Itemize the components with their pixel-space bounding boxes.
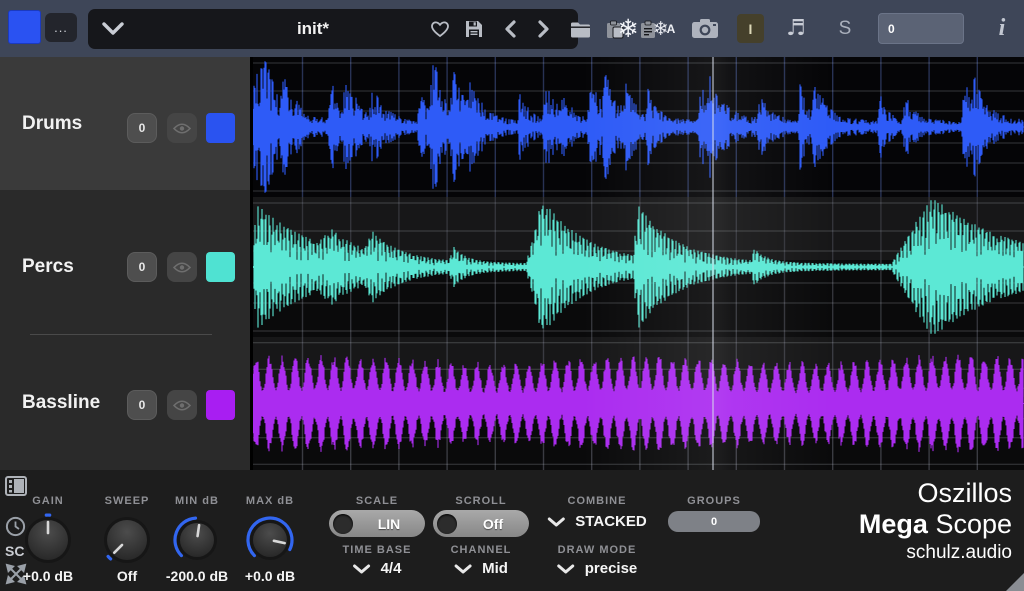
track-color-swatch[interactable] bbox=[206, 113, 235, 143]
time-base-label: TIME BASE bbox=[343, 544, 412, 556]
track-count-button[interactable]: 0 bbox=[127, 252, 157, 282]
draw-mode-dropdown[interactable]: precise bbox=[557, 560, 638, 577]
chevron-down-icon bbox=[557, 564, 575, 574]
track-color-swatch[interactable] bbox=[206, 390, 235, 420]
channel-label: CHANNEL bbox=[451, 544, 512, 556]
knob-label: GAIN bbox=[32, 495, 64, 507]
input-monitor-button[interactable]: I bbox=[737, 14, 764, 43]
track-visibility-eye-icon[interactable] bbox=[167, 390, 197, 420]
freeze-snowflake-icon[interactable]: ❄ bbox=[612, 0, 644, 57]
favorite-heart-icon[interactable] bbox=[424, 9, 456, 49]
scroll-toggle[interactable]: Off bbox=[433, 510, 529, 537]
knob-gain[interactable] bbox=[21, 513, 75, 572]
knob-label: MAX dB bbox=[246, 495, 294, 507]
track-row-percs[interactable]: Percs 0 bbox=[0, 197, 250, 337]
draw-mode-label: DRAW MODE bbox=[558, 544, 637, 556]
snapshot-camera-icon[interactable] bbox=[688, 0, 722, 57]
preset-bar: init* bbox=[88, 9, 578, 49]
waveform-panel-drums[interactable] bbox=[253, 57, 1024, 197]
track-row-drums[interactable]: Drums 0 bbox=[0, 57, 250, 190]
knob-label: MIN dB bbox=[175, 495, 219, 507]
toggle-knob bbox=[333, 514, 353, 534]
browse-presets-folder-icon[interactable] bbox=[564, 9, 596, 49]
beat-notes-icon[interactable]: ♬ bbox=[780, 0, 812, 57]
knob-sweep[interactable] bbox=[100, 513, 154, 572]
toggle-knob bbox=[437, 514, 457, 534]
chevron-down-icon bbox=[547, 517, 565, 527]
combine-dropdown[interactable]: STACKED bbox=[547, 513, 646, 530]
knob-value: -200.0 dB bbox=[166, 568, 228, 584]
company-name: schulz.audio bbox=[859, 542, 1012, 564]
save-icon[interactable] bbox=[458, 9, 490, 49]
knob-value: +0.0 dB bbox=[23, 568, 73, 584]
waveform-panel-bassline[interactable] bbox=[253, 337, 1024, 470]
time-base-dropdown[interactable]: 4/4 bbox=[353, 560, 402, 577]
track-name: Percs bbox=[22, 197, 74, 337]
chevron-down-icon bbox=[353, 564, 371, 574]
track-count-button[interactable]: 0 bbox=[127, 113, 157, 143]
groups-label: GROUPS bbox=[687, 495, 741, 507]
branding: Oszillos Mega Scope schulz.audio bbox=[859, 478, 1012, 564]
knob-label: SWEEP bbox=[105, 495, 150, 507]
track-color-button[interactable] bbox=[8, 10, 41, 44]
preset-name[interactable]: init* bbox=[198, 9, 428, 49]
track-name: Drums bbox=[22, 57, 82, 190]
track-name: Bassline bbox=[22, 335, 100, 470]
track-row-bassline[interactable]: Bassline 0 bbox=[0, 335, 250, 470]
prev-preset-chevron-left-icon[interactable] bbox=[494, 9, 526, 49]
waveform-panel-percs[interactable] bbox=[253, 197, 1024, 337]
footer-controls: SC GAIN+0.0 dBSWEEPOffMIN dB-200.0 dBMAX… bbox=[0, 470, 1024, 591]
chevron-down-icon bbox=[454, 564, 472, 574]
info-icon[interactable]: i bbox=[988, 0, 1016, 57]
scroll-label: SCROLL bbox=[455, 495, 506, 507]
preset-menu-chevron-down-icon[interactable] bbox=[102, 22, 124, 40]
auto-freeze-snowflake-icon[interactable]: ❄A bbox=[646, 0, 682, 57]
next-preset-chevron-right-icon[interactable] bbox=[528, 9, 560, 49]
knob-value: +0.0 dB bbox=[245, 568, 295, 584]
scale-label: SCALE bbox=[356, 495, 398, 507]
product-name-line2: Mega Scope bbox=[859, 509, 1012, 540]
track-list: Drums 0 Percs 0 Bassline 0 bbox=[0, 57, 250, 470]
header-toolbar: ... init* bbox=[0, 0, 1024, 57]
track-visibility-eye-icon[interactable] bbox=[167, 113, 197, 143]
knob-max-db[interactable] bbox=[246, 516, 294, 569]
product-name-line1: Oszillos bbox=[859, 478, 1012, 509]
film-strip-icon[interactable] bbox=[5, 476, 27, 501]
counter-input[interactable]: 0 bbox=[878, 13, 964, 44]
knob-value: Off bbox=[117, 568, 137, 584]
knob-min-db[interactable] bbox=[173, 516, 221, 569]
solo-button[interactable]: S bbox=[832, 0, 858, 57]
groups-value-button[interactable]: 0 bbox=[668, 511, 760, 532]
oscilloscope-display[interactable] bbox=[253, 57, 1024, 470]
track-color-swatch[interactable] bbox=[206, 252, 235, 282]
track-visibility-eye-icon[interactable] bbox=[167, 252, 197, 282]
scale-toggle[interactable]: LIN bbox=[329, 510, 425, 537]
plugin-window: ... init* bbox=[0, 0, 1024, 591]
track-count-button[interactable]: 0 bbox=[127, 390, 157, 420]
channel-dropdown[interactable]: Mid bbox=[454, 560, 508, 577]
resize-grip[interactable] bbox=[1006, 573, 1024, 591]
more-options-button[interactable]: ... bbox=[45, 13, 77, 42]
combine-label: COMBINE bbox=[568, 495, 627, 507]
